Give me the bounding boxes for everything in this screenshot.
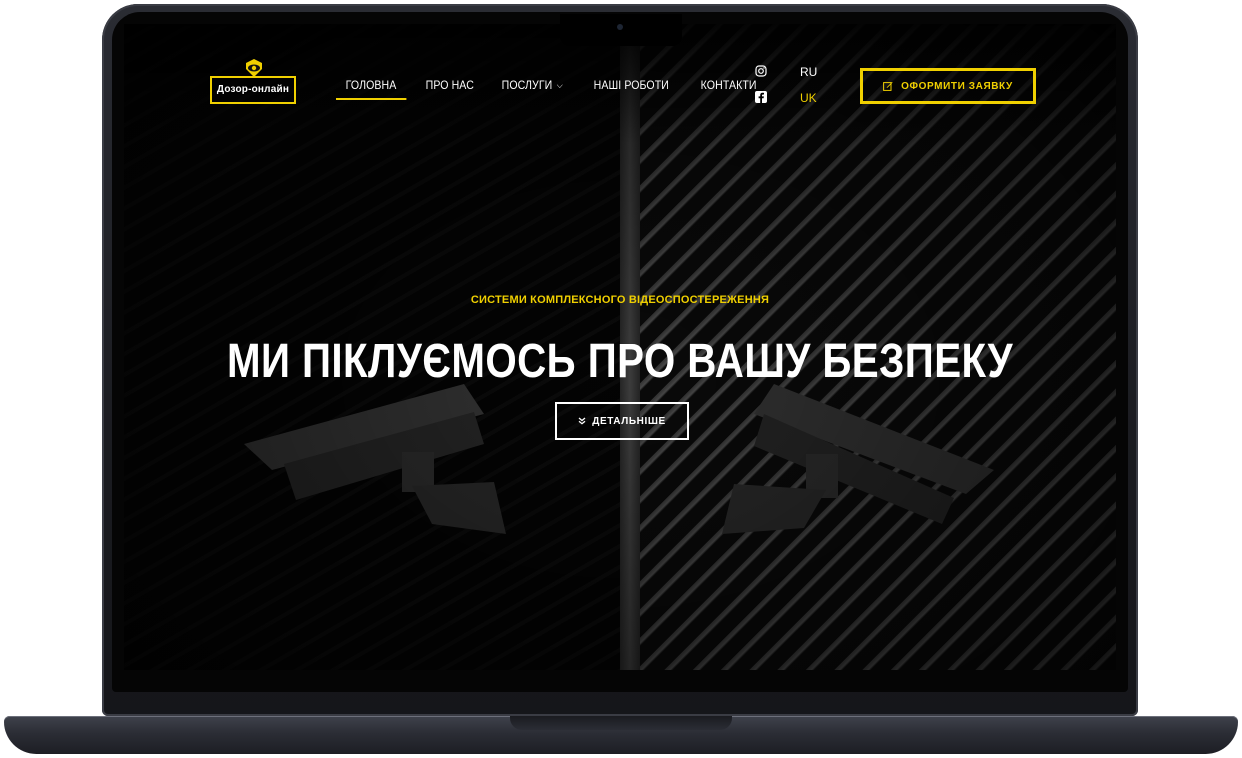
details-button[interactable]: ДЕТАЛЬНІШЕ [555,402,689,440]
language-switcher: RU UK [800,64,817,116]
nav-item-label: ПОСЛУГИ [502,78,553,92]
laptop-opening-notch [510,716,732,730]
lang-uk[interactable]: UK [800,90,817,116]
logo-text: Дозор-онлайн [216,84,290,95]
webcam-icon [617,24,623,30]
lang-ru[interactable]: RU [800,64,817,90]
nav-item-home[interactable]: ГОЛОВНА [336,76,406,100]
eye-shield-icon [246,59,262,77]
nav-item-label: НАШІ РОБОТИ [593,78,669,92]
facebook-icon[interactable] [755,91,767,103]
nav-item-our-works[interactable]: НАШІ РОБОТИ [584,76,679,100]
nav-item-label: ГОЛОВНА [345,78,397,92]
details-button-label: ДЕТАЛЬНІШЕ [592,415,666,427]
edit-icon [883,82,893,91]
hero-title: МИ ПІКЛУЄМОСЬ ПРО ВАШУ БЕЗПЕКУ [226,335,1014,388]
nav-item-services[interactable]: ПОСЛУГИ ⌵ [492,76,573,100]
nav-item-label: ПРО НАС [425,78,474,92]
camera-notch [560,14,682,46]
nav-item-about[interactable]: ПРО НАС [416,76,484,100]
site-logo[interactable]: Дозор-онлайн [210,59,296,104]
website-screen: Дозор-онлайн ГОЛОВНА ПРО НАС ПОСЛУГИ ⌵ НА… [124,24,1116,670]
double-chevron-down-icon [578,417,586,425]
chevron-down-icon: ⌵ [557,80,564,90]
submit-request-label: ОФОРМИТИ ЗАЯВКУ [901,80,1013,92]
instagram-icon[interactable] [755,65,767,77]
hero-subtitle: СИСТЕМИ КОМПЛЕКСНОГО ВІДЕОСПОСТЕРЕЖЕННЯ [470,294,770,306]
submit-request-button[interactable]: ОФОРМИТИ ЗАЯВКУ [860,68,1036,104]
laptop-mockup: Дозор-онлайн ГОЛОВНА ПРО НАС ПОСЛУГИ ⌵ НА… [0,0,1242,758]
social-links [755,65,769,117]
main-navigation: ГОЛОВНА ПРО НАС ПОСЛУГИ ⌵ НАШІ РОБОТИ КОН… [336,76,777,100]
nav-item-label: КОНТАКТИ [701,78,758,92]
